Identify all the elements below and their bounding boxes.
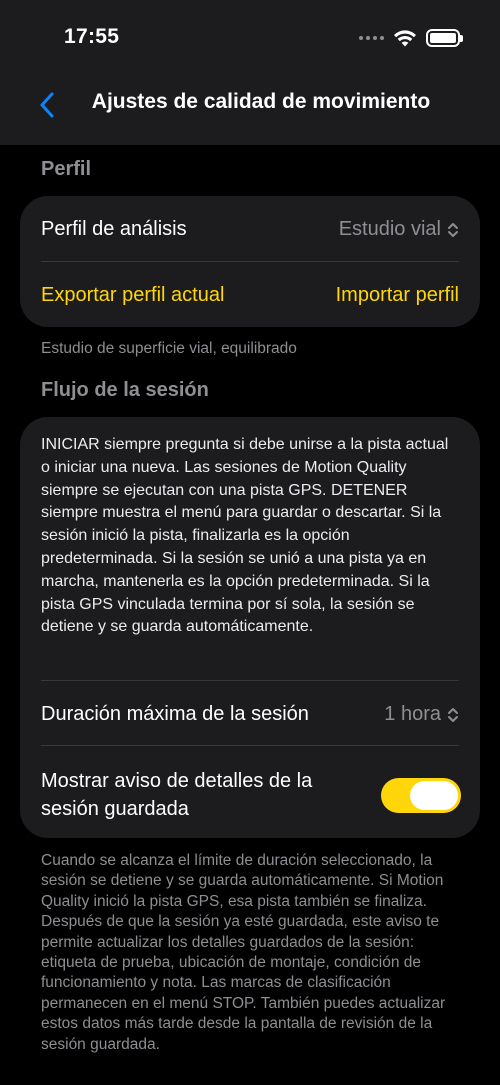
max-duration-value: 1 hora xyxy=(384,703,441,725)
page-title: Ajustes de calidad de movimiento xyxy=(91,90,431,113)
status-icons xyxy=(359,27,463,49)
divider xyxy=(41,745,459,746)
divider xyxy=(41,261,459,262)
show-notice-label: Mostrar aviso de detalles de la sesión g… xyxy=(41,770,313,820)
session-flow-card: INICIAR siempre pregunta si debe unirse … xyxy=(20,417,480,838)
chevron-up-down-icon xyxy=(448,222,458,237)
analysis-profile-picker[interactable]: Estudio vial xyxy=(339,218,459,241)
max-duration-picker[interactable]: 1 hora xyxy=(384,703,459,726)
profile-footnote: Estudio de superficie vial, equilibrado xyxy=(41,340,297,357)
status-time: 17:55 xyxy=(64,25,120,48)
show-notice-toggle[interactable] xyxy=(381,778,461,813)
divider xyxy=(41,680,459,681)
analysis-profile-label: Perfil de análisis xyxy=(41,218,187,240)
signal-icon xyxy=(359,36,384,40)
section-header-session-flow: Flujo de la sesión xyxy=(41,379,209,401)
import-profile-button[interactable]: Importar perfil xyxy=(336,284,459,307)
session-flow-description: INICIAR siempre pregunta si debe unirse … xyxy=(41,436,449,636)
battery-icon xyxy=(426,29,463,47)
chevron-up-down-icon xyxy=(448,707,458,722)
section-header-profile: Perfil xyxy=(41,158,92,180)
top-bar: 17:55 Ajustes de calidad de movimiento xyxy=(0,0,500,145)
profile-card: Perfil de análisis Estudio vial Exportar… xyxy=(20,196,480,327)
analysis-profile-value: Estudio vial xyxy=(338,218,441,240)
toggle-knob xyxy=(410,781,458,810)
wifi-icon xyxy=(394,29,416,46)
max-duration-label: Duración máxima de la sesión xyxy=(41,703,309,725)
export-profile-button[interactable]: Exportar perfil actual xyxy=(41,284,224,307)
session-flow-footnote: Cuando se alcanza el límite de duración … xyxy=(41,852,446,1053)
